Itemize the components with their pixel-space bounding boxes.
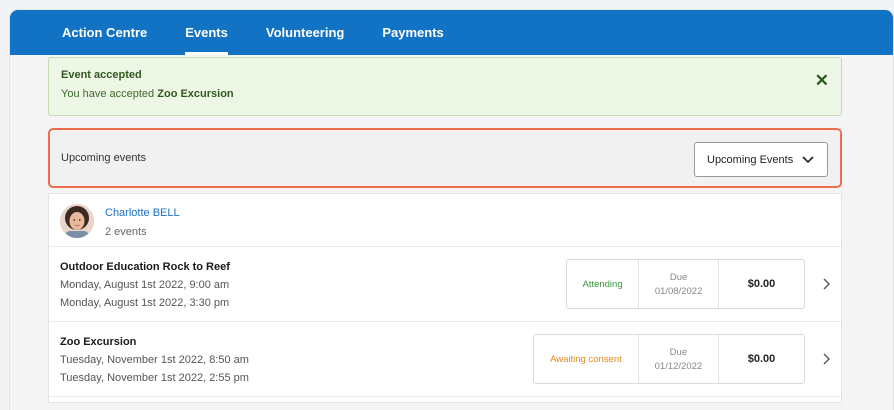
due-date: 01/12/2022 [654, 360, 703, 372]
due-date: 01/08/2022 [654, 285, 703, 297]
alert-message: You have accepted Zoo Excursion [61, 88, 829, 100]
event-title: Zoo Excursion [60, 336, 137, 348]
chevron-right-icon[interactable] [823, 353, 831, 365]
nav-tab-events[interactable]: Events [185, 10, 228, 55]
event-start-time: Monday, August 1st 2022, 9:00 am [60, 279, 230, 291]
amount-cell: $0.00 [719, 335, 804, 383]
event-status-box: Awaiting consent Due 01/12/2022 $0.00 [533, 334, 805, 384]
event-row-outdoor-education[interactable]: Outdoor Education Rock to Reef Monday, A… [49, 247, 841, 322]
alert-message-event: Zoo Excursion [157, 88, 234, 100]
status-cell: Awaiting consent [534, 335, 639, 383]
events-filter-dropdown[interactable]: Upcoming Events [694, 142, 828, 177]
due-cell: Due 01/12/2022 [639, 335, 719, 383]
events-panel: Charlotte BELL 2 events Outdoor Educatio… [48, 193, 842, 403]
nav-tab-payments[interactable]: Payments [382, 10, 443, 55]
events-filter-bar: Upcoming events Upcoming Events [48, 128, 842, 188]
due-label: Due [669, 271, 688, 283]
nav-tab-action-centre[interactable]: Action Centre [62, 10, 147, 55]
status-cell: Attending [567, 260, 640, 308]
event-amount: $0.00 [747, 278, 776, 290]
event-amount: $0.00 [747, 353, 776, 365]
student-name-link[interactable]: Charlotte BELL [105, 207, 180, 219]
event-end-time: Monday, August 1st 2022, 3:30 pm [60, 297, 230, 309]
student-event-count: 2 events [105, 226, 147, 238]
chevron-down-icon [802, 156, 814, 164]
nav-tab-volunteering[interactable]: Volunteering [266, 10, 344, 55]
alert-title: Event accepted [61, 69, 142, 81]
status-badge: Attending [582, 278, 623, 290]
event-start-time: Tuesday, November 1st 2022, 8:50 am [60, 354, 249, 366]
event-end-time: Tuesday, November 1st 2022, 2:55 pm [60, 372, 249, 384]
amount-cell: $0.00 [719, 260, 804, 308]
success-alert: Event accepted You have accepted Zoo Exc… [48, 57, 842, 116]
event-row-zoo-excursion[interactable]: Zoo Excursion Tuesday, November 1st 2022… [49, 322, 841, 397]
filter-selected-value: Upcoming Events [707, 153, 794, 166]
status-badge: Awaiting consent [550, 353, 622, 365]
event-status-box: Attending Due 01/08/2022 $0.00 [566, 259, 805, 309]
filter-label: Upcoming events [61, 152, 146, 164]
due-cell: Due 01/08/2022 [639, 260, 720, 308]
due-label: Due [669, 346, 688, 358]
close-icon[interactable]: ✕ [815, 72, 829, 89]
alert-message-prefix: You have accepted [61, 88, 155, 100]
student-header: Charlotte BELL 2 events [49, 194, 841, 247]
avatar [60, 204, 94, 238]
top-navigation: Action Centre Events Volunteering Paymen… [10, 10, 893, 55]
event-title: Outdoor Education Rock to Reef [60, 261, 230, 273]
chevron-right-icon[interactable] [823, 278, 831, 290]
